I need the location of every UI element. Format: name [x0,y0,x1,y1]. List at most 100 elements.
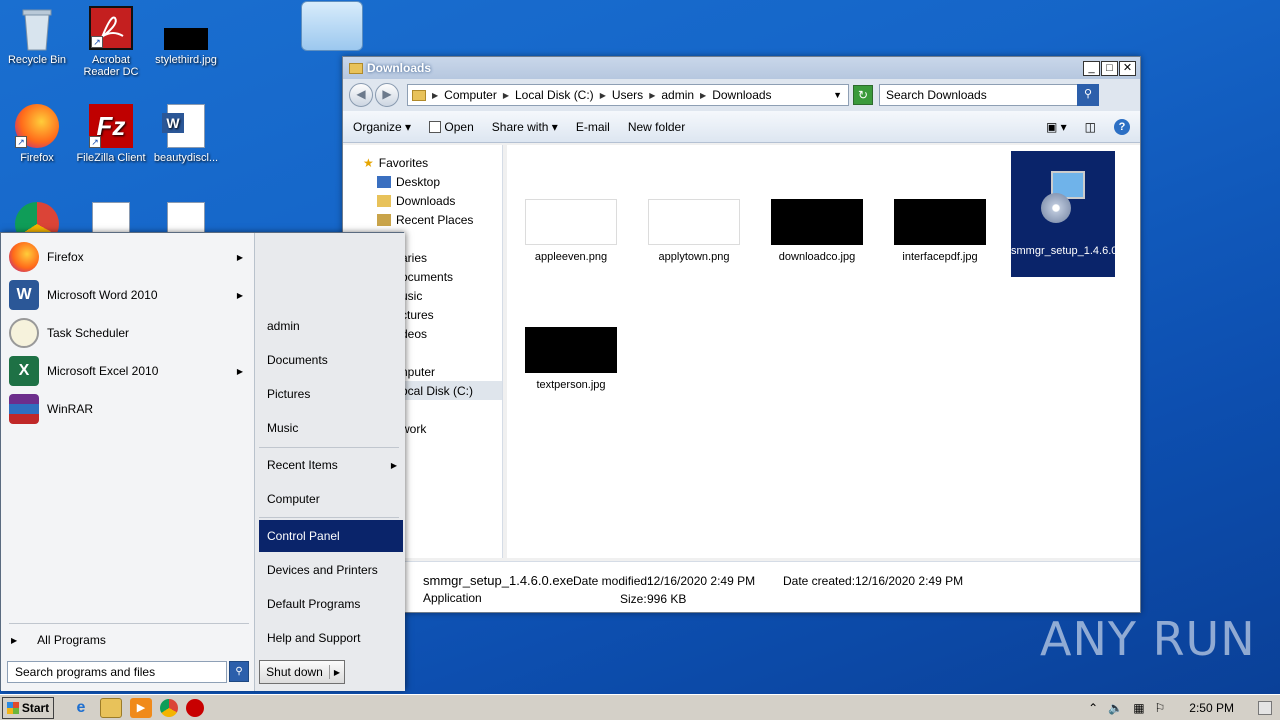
close-button[interactable]: ✕ [1119,60,1136,76]
action-center-flag-icon[interactable]: ⚐ [1155,701,1166,715]
shortcut-arrow-icon: ↗ [89,136,101,148]
file-name: smmgr_setup_1.4.6.0.exe [1011,245,1139,257]
file-item[interactable]: applytown.png [642,199,746,263]
desktop-icon-beautydisclosure[interactable]: W beautydiscl... [149,104,223,164]
detail-date-modified-label: Date modified: [573,574,651,588]
show-desktop-button[interactable] [1258,700,1272,715]
desktop-icon-acrobat[interactable]: ↗ Acrobat Reader DC [74,6,148,78]
start-admin[interactable]: admin [259,310,403,342]
start-help-support[interactable]: Help and Support [259,622,403,654]
start-menu-programs: Firefox ▶ W Microsoft Word 2010 ▶ Task S… [1,233,255,691]
breadcrumb-downloads[interactable]: Downloads [712,88,771,102]
email-button[interactable]: E-mail [576,120,610,134]
start-menu-places: admin Documents Pictures Music Recent It… [255,233,405,691]
png-thumbnail [525,199,617,245]
maximize-button[interactable]: □ [1101,60,1118,76]
opera-icon[interactable] [186,698,204,717]
search-placeholder: Search Downloads [886,88,987,102]
installer-icon [1037,171,1089,223]
preview-pane-icon[interactable]: ◫ [1085,120,1096,134]
internet-explorer-icon[interactable]: e [70,698,92,718]
minimize-button[interactable]: _ [1083,60,1100,76]
folder-icon [349,62,363,74]
breadcrumb-local-disk[interactable]: Local Disk (C:) [515,88,594,102]
search-icon[interactable]: ⚲ [1077,84,1099,106]
desktop-icon-label: Firefox [20,152,54,164]
nav-favorites[interactable]: ★ Favorites [343,153,502,172]
start-pictures[interactable]: Pictures [259,378,403,410]
organize-button[interactable]: Organize ▾ [353,120,411,134]
desktop-icon-filezilla[interactable]: Fz ↗ FileZilla Client [74,104,148,164]
breadcrumb-computer[interactable]: Computer [444,88,497,102]
program-task-scheduler[interactable]: Task Scheduler [9,316,251,350]
all-programs-button[interactable]: ▶ All Programs [11,633,106,647]
png-thumbnail [648,199,740,245]
file-item[interactable]: interfacepdf.jpg [888,199,992,263]
new-folder-button[interactable]: New folder [628,120,685,134]
start-computer[interactable]: Computer [259,483,403,515]
address-bar[interactable]: ▶ Computer ▶ Local Disk (C:) ▶ Users ▶ a… [407,84,849,106]
jpg-thumbnail [771,199,863,245]
search-input[interactable]: Search Downloads ⚲ [879,84,1099,106]
start-default-programs[interactable]: Default Programs [259,588,403,620]
file-name: applytown.png [658,251,730,263]
explorer-titlebar[interactable]: Downloads _ □ ✕ [343,57,1140,79]
view-options-icon[interactable]: ▣ ▾ [1046,120,1067,134]
share-with-label: Share with [491,119,549,134]
network-icon[interactable]: ▦ [1133,701,1144,715]
nav-label: Favorites [378,155,429,170]
organize-label: Organize [353,119,402,134]
open-button[interactable]: Open [429,120,474,134]
help-icon[interactable]: ? [1114,118,1130,135]
breadcrumb-users[interactable]: Users [612,88,643,102]
nav-recent-places[interactable]: Recent Places [343,210,502,229]
shutdown-options-icon[interactable]: ▶ [330,668,344,677]
start-button[interactable]: Start [2,696,54,719]
file-item[interactable]: downloadco.jpg [765,199,869,263]
desktop-icon-stylethird[interactable]: stylethird.jpg [149,6,223,66]
volume-icon[interactable]: 🔈 [1108,701,1123,715]
program-excel[interactable]: X Microsoft Excel 2010 ▶ [9,354,251,388]
desktop-icon-label: stylethird.jpg [155,54,217,66]
file-explorer-icon[interactable] [100,697,122,718]
breadcrumb-admin[interactable]: admin [661,88,694,102]
back-button[interactable]: ◀ [349,83,373,107]
address-dropdown-icon[interactable]: ▼ [833,90,842,100]
downloads-icon [377,194,391,207]
nav-downloads[interactable]: Downloads [343,191,502,210]
start-documents[interactable]: Documents [259,344,403,376]
chrome-icon[interactable] [160,698,178,717]
start-music[interactable]: Music [259,412,403,444]
chevron-right-icon: ▶ [502,90,509,100]
desktop-icon-label: beautydiscl... [153,152,219,164]
star-icon: ★ [363,155,374,170]
refresh-icon[interactable]: ↻ [853,85,873,105]
desktop-icon-recycle-bin[interactable]: Recycle Bin [0,6,74,66]
taskbar: Start e ▶ ⌃ 🔈 ▦ ⚐ 2:50 PM [0,694,1280,720]
chevron-right-icon: ▶ [649,90,656,100]
program-firefox[interactable]: Firefox ▶ [9,240,251,274]
shutdown-button[interactable]: Shut down ▶ [259,660,345,684]
desktop-icon-firefox[interactable]: ↗ Firefox [0,104,74,164]
media-player-icon[interactable]: ▶ [130,697,152,718]
start-control-panel[interactable]: Control Panel [259,520,403,552]
system-tray: ⌃ 🔈 ▦ ⚐ 2:50 PM [1088,700,1280,715]
program-winrar[interactable]: WinRAR [9,392,251,426]
start-devices-printers[interactable]: Devices and Printers [259,554,403,586]
show-hidden-icons-icon[interactable]: ⌃ [1088,701,1098,715]
clock[interactable]: 2:50 PM [1189,701,1234,715]
start-recent-items[interactable]: Recent Items ▶ [259,449,403,481]
search-icon[interactable]: ⚲ [229,661,249,682]
jpg-thumbnail [525,327,617,373]
image-file-icon [164,6,208,50]
chevron-right-icon: ▶ [432,90,439,100]
program-word[interactable]: W Microsoft Word 2010 ▶ [9,278,251,312]
start-search-input[interactable]: Search programs and files [7,661,227,683]
file-item[interactable]: appleeven.png [519,199,623,263]
file-item-selected[interactable]: smmgr_setup_1.4.6.0.exe [1011,151,1139,277]
nav-desktop[interactable]: Desktop [343,172,502,191]
file-item[interactable]: textperson.jpg [519,327,623,391]
forward-button[interactable]: ▶ [375,83,399,107]
share-with-button[interactable]: Share with ▾ [492,120,558,134]
jpg-thumbnail [894,199,986,245]
